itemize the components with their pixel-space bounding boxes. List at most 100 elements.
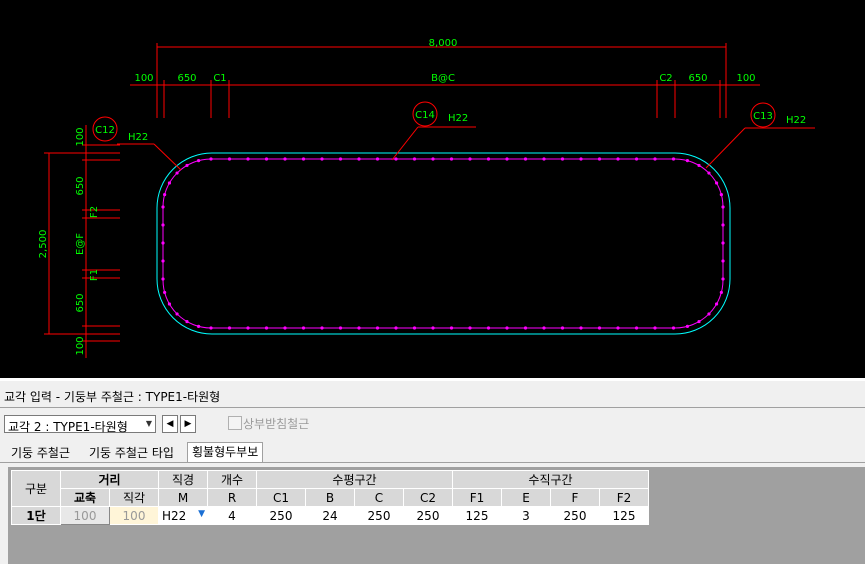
rebar-dot [412,157,417,161]
rebar-line [162,158,724,329]
rebar-dot [301,157,306,161]
header-b: B [305,488,355,507]
cell-diameter[interactable]: H22 ▼ [158,506,208,525]
dim-vert-e-at-f: E@F [75,233,86,255]
header-group: 구분 [11,470,61,507]
header-distance: 거리 [60,470,159,489]
cell-f2[interactable]: 125 [599,506,649,525]
rebar-dot [468,157,472,161]
header-c: C [354,488,404,507]
header-m: M [158,488,208,507]
rebar-dot [431,157,435,161]
rebar-dot [161,241,165,245]
column-outline [156,152,731,335]
chevron-down-icon: ▼ [145,419,152,428]
cell-r[interactable]: 4 [207,506,257,525]
rebar-dot [719,290,723,295]
rebar-dot [320,157,324,161]
cell-c1[interactable]: 250 [256,506,306,525]
rebar-dot [721,259,725,263]
rebar-dot [685,159,690,163]
rebar-dot [394,326,398,330]
rebar-dot [523,157,528,161]
cad-drawing-view[interactable]: 8,000 100 650 C1 B@C C2 650 100 100 650 … [0,0,865,378]
table-row: 1단 100 100 H22 ▼ 4 250 24 250 250 125 3 2… [11,506,649,525]
rebar-dot [161,259,165,263]
callout-c13-label: H22 [786,115,806,126]
rebar-dot [616,326,620,330]
rebar-dot [616,157,620,161]
rebar-dot [375,157,380,161]
rebar-dot [196,324,201,328]
dim-right-c2: C2 [659,73,672,84]
rebar-dot [449,157,454,161]
rebar-dot [227,326,232,330]
rebar-dot [185,319,189,324]
tab-column-main-rebar[interactable]: 기둥 주철근 [7,444,74,462]
rebar-dot [597,326,602,330]
cell-c[interactable]: 250 [354,506,404,525]
cell-axial[interactable]: 100 [60,506,110,525]
cell-c2[interactable]: 250 [403,506,453,525]
rebar-dot [653,157,657,161]
rebar-grid: 구분 거리 직경 개수 수평구간 수직구간 교축 직각 M R C1 B C C… [11,470,649,525]
dim-vert-650-bottom: 650 [75,293,86,312]
header-horizontal-section: 수평구간 [256,470,453,489]
pier-select-value: 교각 2 : TYPE1-타원형 [8,420,128,434]
rebar-dot [163,192,167,197]
row-label: 1단 [11,506,61,525]
rebar-dot [412,326,417,330]
rebar-dot [357,326,361,330]
header-diameter: 직경 [158,470,208,489]
cell-e[interactable]: 3 [501,506,551,525]
rebar-dot [505,157,509,161]
rebar-dot [721,205,725,209]
callout-c12-tag: C12 [95,125,115,136]
dim-vert-100-bottom: 100 [75,336,86,355]
rebar-dot [560,157,565,161]
header-f1: F1 [452,488,502,507]
rebar-dot [542,326,546,330]
dim-left-100: 100 [134,73,153,84]
pier-select-combo[interactable]: 교각 2 : TYPE1-타원형 ▼ [4,415,156,434]
rebar-dot [505,326,509,330]
chevron-down-icon[interactable]: ▼ [198,509,205,519]
upper-bearing-rebar-label: 상부받침철근 [243,417,310,431]
rebar-dot [719,192,723,197]
tab-column-main-rebar-type[interactable]: 기둥 주철근 타입 [85,444,178,462]
cell-perpendicular[interactable]: 100 [109,506,159,525]
rebar-dot [167,302,172,306]
rebar-dot [246,157,250,161]
rebar-dot [671,157,676,161]
cad-canvas: 8,000 100 650 C1 B@C C2 650 100 100 650 … [38,38,815,358]
upper-bearing-rebar-checkbox[interactable] [228,416,242,430]
callout-c14-label: H22 [448,113,468,124]
rebar-dot [653,326,657,330]
header-vertical-section: 수직구간 [452,470,649,489]
prev-pier-button[interactable]: ◀ [162,415,178,433]
cell-f1[interactable]: 125 [452,506,502,525]
next-pier-button[interactable]: ▶ [180,415,196,433]
dim-left-c1: C1 [213,73,226,84]
cell-b[interactable]: 24 [305,506,355,525]
rebar-dot [175,312,179,316]
dim-right-650: 650 [688,73,707,84]
rebar-dot [542,157,546,161]
rebar-dot [320,326,324,330]
rebar-dot [283,157,287,161]
rebar-dot [579,157,583,161]
rebar-dot [634,326,639,330]
header-perpendicular: 직각 [109,488,159,507]
rebar-dot [163,290,167,295]
dim-vert-f1: F1 [89,269,100,281]
rebar-dots [161,157,725,330]
rebar-dot [185,163,189,168]
rebar-dot [714,181,719,185]
cell-f[interactable]: 250 [550,506,600,525]
rebar-dot [597,157,602,161]
callout-c13-tag: C13 [753,111,773,122]
rebar-dot [697,319,701,324]
rebar-dot [721,223,725,227]
tab-lateral-type-head[interactable]: 횡불형두부보 [187,442,264,463]
dim-vert-f2: F2 [89,206,100,218]
